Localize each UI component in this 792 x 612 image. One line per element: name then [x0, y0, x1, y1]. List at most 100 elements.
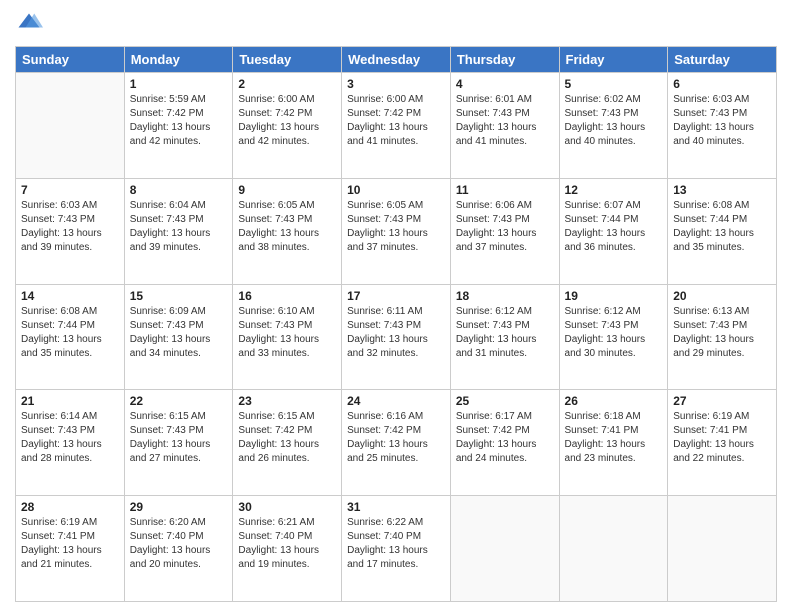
- calendar-week-row: 28 Sunrise: 6:19 AMSunset: 7:41 PMDayligh…: [16, 496, 777, 602]
- day-number: 30: [238, 500, 336, 514]
- calendar-cell: 22 Sunrise: 6:15 AMSunset: 7:43 PMDayligh…: [124, 390, 233, 496]
- calendar-cell: 12 Sunrise: 6:07 AMSunset: 7:44 PMDayligh…: [559, 178, 668, 284]
- day-number: 24: [347, 394, 445, 408]
- calendar-week-row: 7 Sunrise: 6:03 AMSunset: 7:43 PMDaylight…: [16, 178, 777, 284]
- day-info: Sunrise: 6:08 AMSunset: 7:44 PMDaylight:…: [673, 199, 771, 255]
- day-info: Sunrise: 6:04 AMSunset: 7:43 PMDaylight:…: [130, 199, 228, 255]
- day-info: Sunrise: 6:15 AMSunset: 7:43 PMDaylight:…: [130, 410, 228, 466]
- day-number: 27: [673, 394, 771, 408]
- calendar-cell: 11 Sunrise: 6:06 AMSunset: 7:43 PMDayligh…: [450, 178, 559, 284]
- calendar-cell: 17 Sunrise: 6:11 AMSunset: 7:43 PMDayligh…: [342, 284, 451, 390]
- day-info: Sunrise: 6:03 AMSunset: 7:43 PMDaylight:…: [21, 199, 119, 255]
- calendar-cell: 21 Sunrise: 6:14 AMSunset: 7:43 PMDayligh…: [16, 390, 125, 496]
- calendar-cell: 2 Sunrise: 6:00 AMSunset: 7:42 PMDaylight…: [233, 73, 342, 179]
- calendar-cell: 24 Sunrise: 6:16 AMSunset: 7:42 PMDayligh…: [342, 390, 451, 496]
- day-info: Sunrise: 6:09 AMSunset: 7:43 PMDaylight:…: [130, 305, 228, 361]
- weekday-header: Saturday: [668, 47, 777, 73]
- day-info: Sunrise: 6:13 AMSunset: 7:43 PMDaylight:…: [673, 305, 771, 361]
- day-number: 28: [21, 500, 119, 514]
- calendar-cell: 13 Sunrise: 6:08 AMSunset: 7:44 PMDayligh…: [668, 178, 777, 284]
- day-number: 31: [347, 500, 445, 514]
- day-info: Sunrise: 6:06 AMSunset: 7:43 PMDaylight:…: [456, 199, 554, 255]
- calendar-cell: [668, 496, 777, 602]
- day-number: 15: [130, 289, 228, 303]
- day-number: 3: [347, 77, 445, 91]
- day-number: 1: [130, 77, 228, 91]
- day-info: Sunrise: 6:00 AMSunset: 7:42 PMDaylight:…: [238, 93, 336, 149]
- calendar-cell: 3 Sunrise: 6:00 AMSunset: 7:42 PMDaylight…: [342, 73, 451, 179]
- calendar-cell: [559, 496, 668, 602]
- calendar-cell: 10Sunrise: 6:05 AMSunset: 7:43 PMDayligh…: [342, 178, 451, 284]
- weekday-header: Wednesday: [342, 47, 451, 73]
- day-number: 4: [456, 77, 554, 91]
- day-number: 21: [21, 394, 119, 408]
- day-info: Sunrise: 6:03 AMSunset: 7:43 PMDaylight:…: [673, 93, 771, 149]
- calendar-cell: 25Sunrise: 6:17 AMSunset: 7:42 PMDayligh…: [450, 390, 559, 496]
- day-number: 16: [238, 289, 336, 303]
- calendar-cell: 20 Sunrise: 6:13 AMSunset: 7:43 PMDayligh…: [668, 284, 777, 390]
- day-info: Sunrise: 6:20 AMSunset: 7:40 PMDaylight:…: [130, 516, 228, 572]
- calendar-cell: 18 Sunrise: 6:12 AMSunset: 7:43 PMDayligh…: [450, 284, 559, 390]
- day-number: 29: [130, 500, 228, 514]
- calendar-cell: 30 Sunrise: 6:21 AMSunset: 7:40 PMDayligh…: [233, 496, 342, 602]
- day-number: 17: [347, 289, 445, 303]
- day-number: 26: [565, 394, 663, 408]
- day-info: Sunrise: 6:19 AMSunset: 7:41 PMDaylight:…: [21, 516, 119, 572]
- day-info: Sunrise: 6:00 AMSunset: 7:42 PMDaylight:…: [347, 93, 445, 149]
- day-info: Sunrise: 6:14 AMSunset: 7:43 PMDaylight:…: [21, 410, 119, 466]
- calendar-week-row: 21 Sunrise: 6:14 AMSunset: 7:43 PMDayligh…: [16, 390, 777, 496]
- day-number: 5: [565, 77, 663, 91]
- calendar-cell: 14Sunrise: 6:08 AMSunset: 7:44 PMDayligh…: [16, 284, 125, 390]
- calendar-cell: [450, 496, 559, 602]
- day-info: Sunrise: 6:12 AMSunset: 7:43 PMDaylight:…: [456, 305, 554, 361]
- day-info: Sunrise: 6:12 AMSunset: 7:43 PMDaylight:…: [565, 305, 663, 361]
- calendar-cell: 19 Sunrise: 6:12 AMSunset: 7:43 PMDayligh…: [559, 284, 668, 390]
- day-number: 22: [130, 394, 228, 408]
- day-info: Sunrise: 6:07 AMSunset: 7:44 PMDaylight:…: [565, 199, 663, 255]
- day-info: Sunrise: 6:11 AMSunset: 7:43 PMDaylight:…: [347, 305, 445, 361]
- day-info: Sunrise: 6:05 AMSunset: 7:43 PMDaylight:…: [347, 199, 445, 255]
- day-number: 23: [238, 394, 336, 408]
- day-number: 19: [565, 289, 663, 303]
- day-info: Sunrise: 6:19 AMSunset: 7:41 PMDaylight:…: [673, 410, 771, 466]
- calendar-cell: 28 Sunrise: 6:19 AMSunset: 7:41 PMDayligh…: [16, 496, 125, 602]
- day-info: Sunrise: 6:16 AMSunset: 7:42 PMDaylight:…: [347, 410, 445, 466]
- weekday-header: Thursday: [450, 47, 559, 73]
- calendar-cell: 16 Sunrise: 6:10 AMSunset: 7:43 PMDayligh…: [233, 284, 342, 390]
- day-info: Sunrise: 6:15 AMSunset: 7:42 PMDaylight:…: [238, 410, 336, 466]
- logo: [15, 10, 47, 38]
- calendar-cell: [16, 73, 125, 179]
- calendar-page: SundayMondayTuesdayWednesdayThursdayFrid…: [0, 0, 792, 612]
- calendar-body: 1Sunrise: 5:59 AMSunset: 7:42 PMDaylight…: [16, 73, 777, 602]
- day-number: 12: [565, 183, 663, 197]
- calendar-cell: 8 Sunrise: 6:04 AMSunset: 7:43 PMDaylight…: [124, 178, 233, 284]
- day-number: 8: [130, 183, 228, 197]
- calendar-table: SundayMondayTuesdayWednesdayThursdayFrid…: [15, 46, 777, 602]
- weekday-header: Monday: [124, 47, 233, 73]
- weekday-row: SundayMondayTuesdayWednesdayThursdayFrid…: [16, 47, 777, 73]
- day-number: 2: [238, 77, 336, 91]
- calendar-cell: 7 Sunrise: 6:03 AMSunset: 7:43 PMDaylight…: [16, 178, 125, 284]
- day-info: Sunrise: 6:21 AMSunset: 7:40 PMDaylight:…: [238, 516, 336, 572]
- calendar-cell: 15 Sunrise: 6:09 AMSunset: 7:43 PMDayligh…: [124, 284, 233, 390]
- calendar-cell: 29 Sunrise: 6:20 AMSunset: 7:40 PMDayligh…: [124, 496, 233, 602]
- calendar-cell: 23 Sunrise: 6:15 AMSunset: 7:42 PMDayligh…: [233, 390, 342, 496]
- calendar-header: SundayMondayTuesdayWednesdayThursdayFrid…: [16, 47, 777, 73]
- day-info: Sunrise: 6:17 AMSunset: 7:42 PMDaylight:…: [456, 410, 554, 466]
- day-number: 18: [456, 289, 554, 303]
- calendar-cell: 5 Sunrise: 6:02 AMSunset: 7:43 PMDaylight…: [559, 73, 668, 179]
- weekday-header: Friday: [559, 47, 668, 73]
- day-info: Sunrise: 6:05 AMSunset: 7:43 PMDaylight:…: [238, 199, 336, 255]
- day-number: 6: [673, 77, 771, 91]
- day-number: 11: [456, 183, 554, 197]
- calendar-cell: 27 Sunrise: 6:19 AMSunset: 7:41 PMDayligh…: [668, 390, 777, 496]
- day-number: 14: [21, 289, 119, 303]
- calendar-cell: 6 Sunrise: 6:03 AMSunset: 7:43 PMDaylight…: [668, 73, 777, 179]
- day-number: 7: [21, 183, 119, 197]
- calendar-week-row: 1Sunrise: 5:59 AMSunset: 7:42 PMDaylight…: [16, 73, 777, 179]
- day-info: Sunrise: 6:10 AMSunset: 7:43 PMDaylight:…: [238, 305, 336, 361]
- calendar-cell: 31Sunrise: 6:22 AMSunset: 7:40 PMDayligh…: [342, 496, 451, 602]
- day-number: 20: [673, 289, 771, 303]
- day-info: Sunrise: 6:02 AMSunset: 7:43 PMDaylight:…: [565, 93, 663, 149]
- day-number: 13: [673, 183, 771, 197]
